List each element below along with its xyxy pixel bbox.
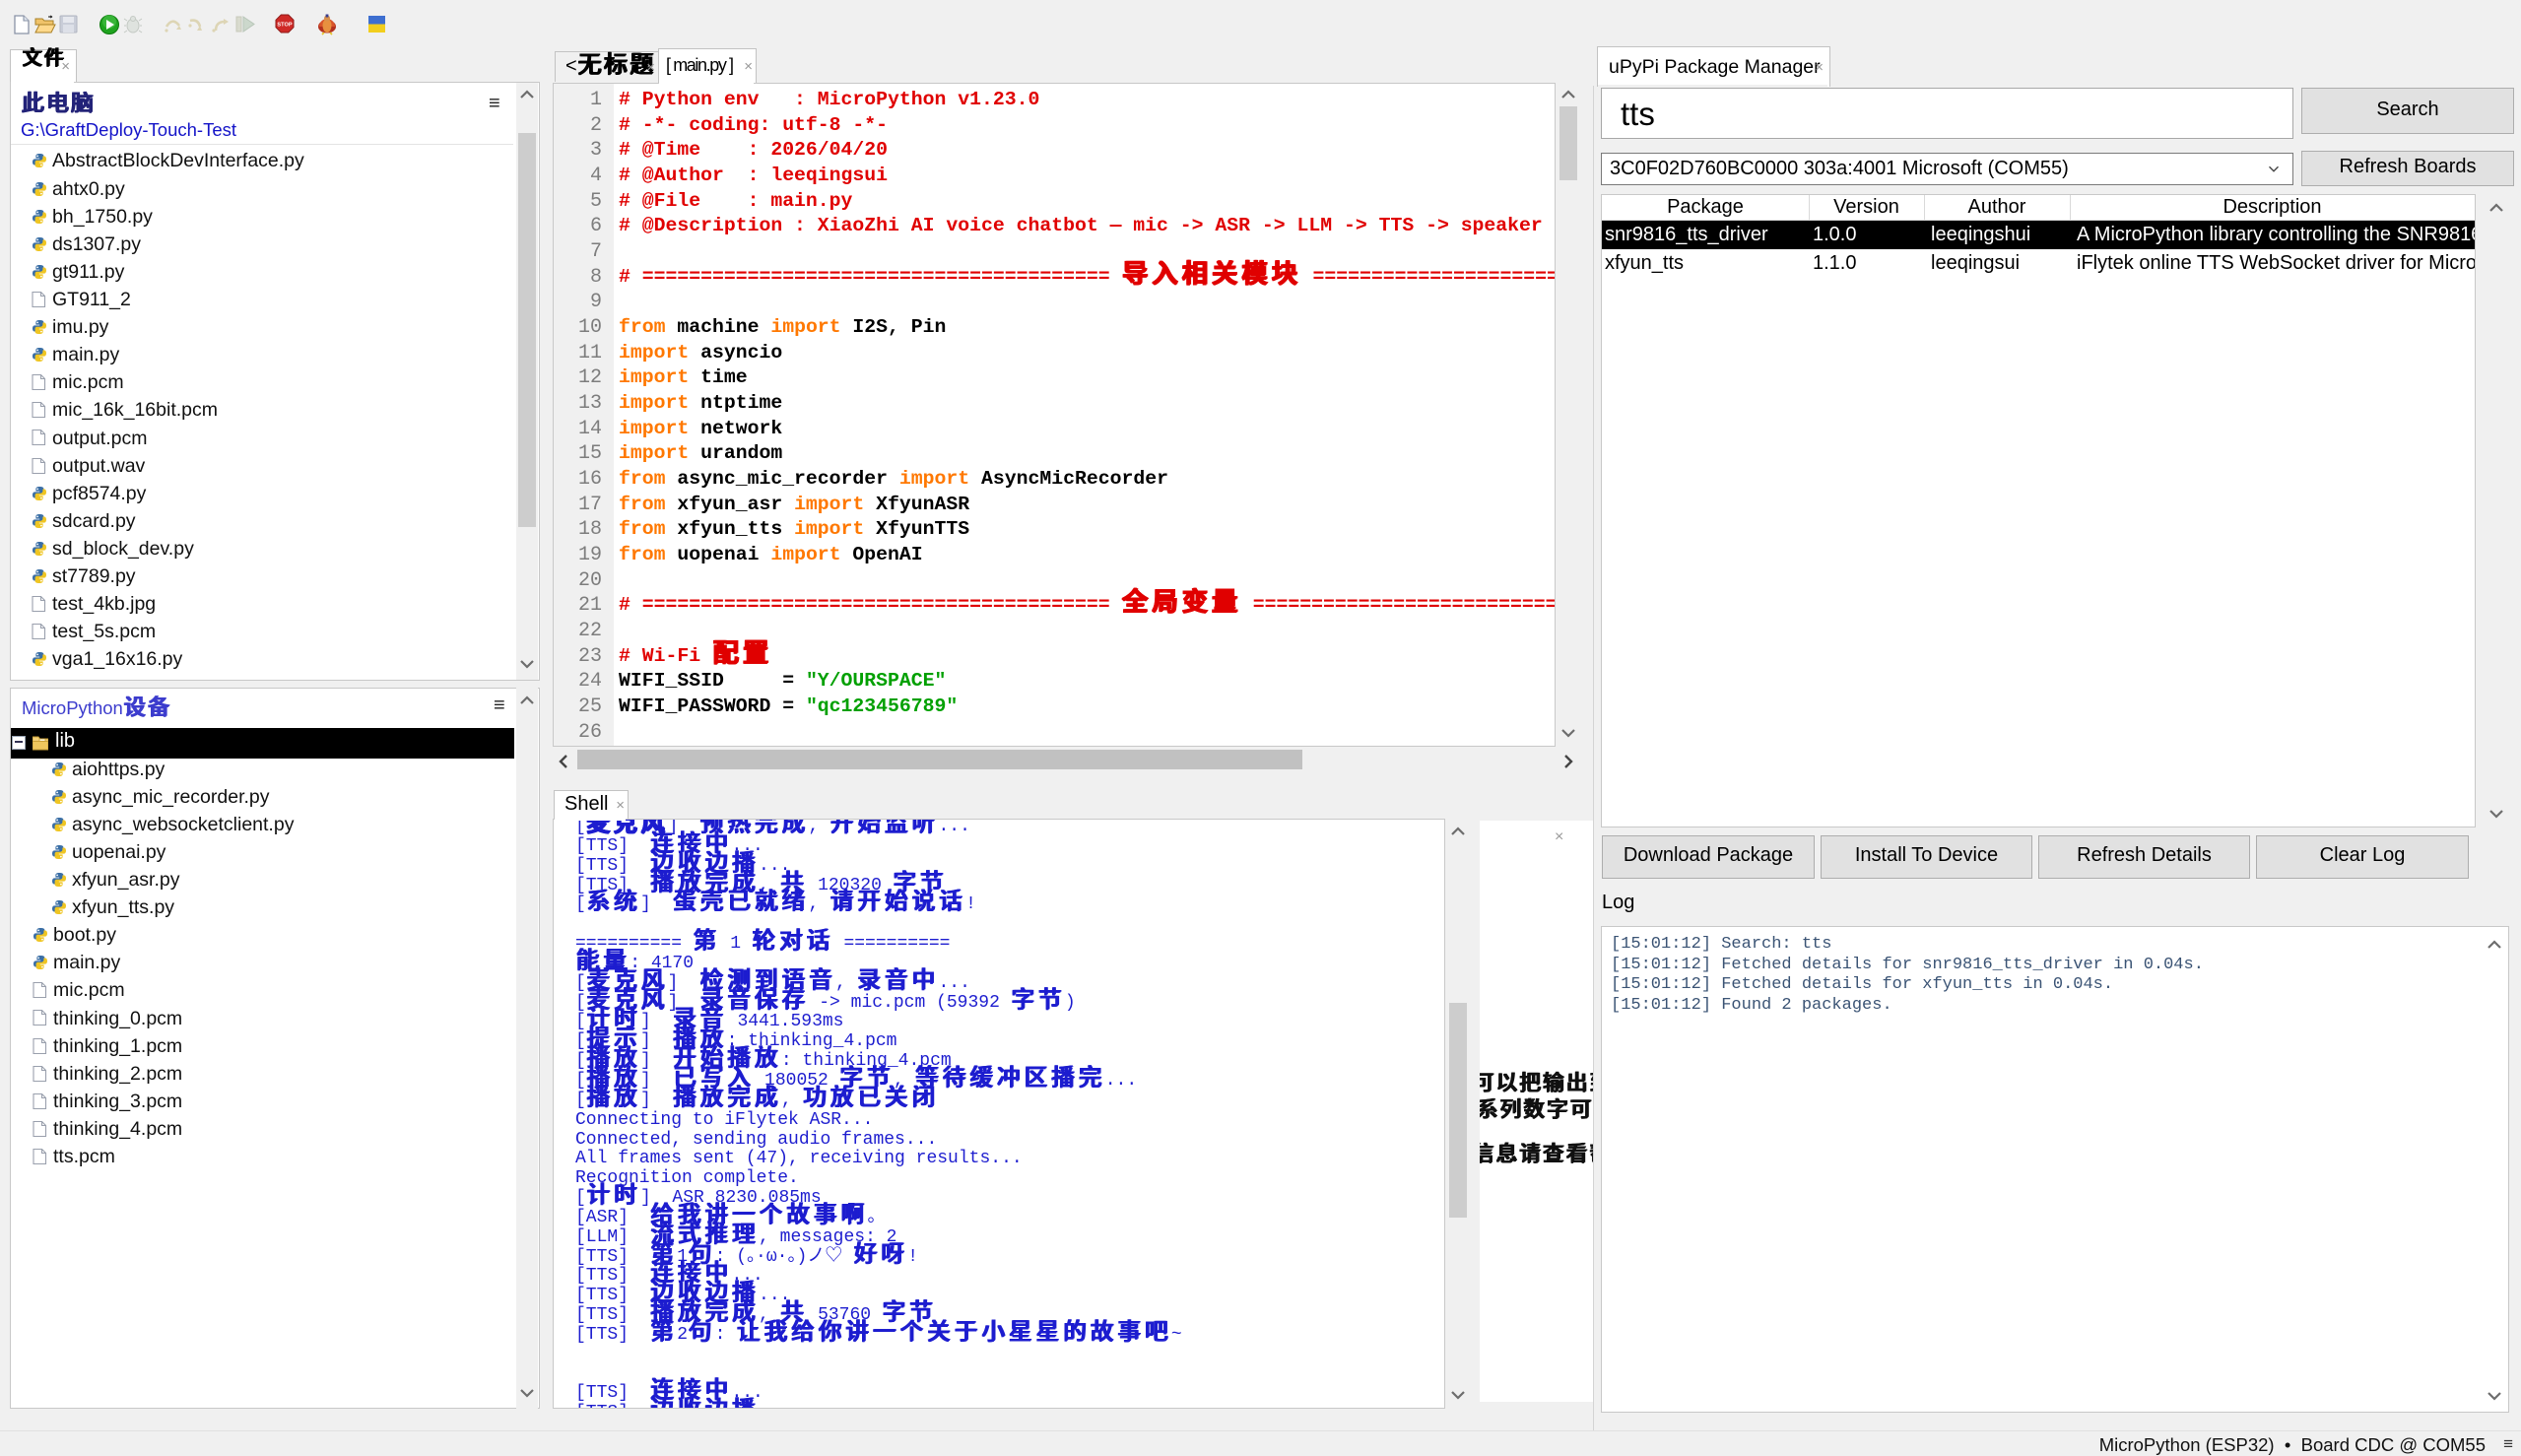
svg-text:STOP: STOP (277, 23, 292, 29)
